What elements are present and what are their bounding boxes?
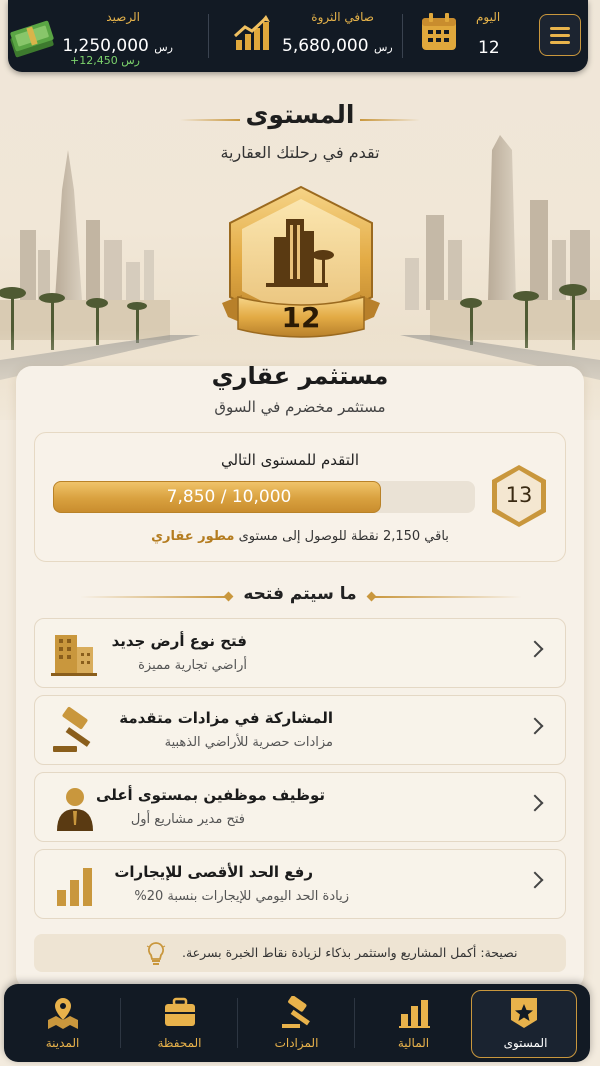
tip-text: نصيحة: أكمل المشاريع واستثمر بذكاء لزياد…: [182, 945, 518, 960]
bar-chart-icon: [49, 860, 101, 910]
menu-icon: [550, 27, 570, 30]
unlocks-heading: ما سيتم فتحه: [243, 584, 357, 604]
nav-auctions[interactable]: المزادات: [238, 984, 355, 1062]
lightbulb-icon: [146, 942, 166, 965]
unlock-title: رفع الحد الأقصى للإيجارات: [114, 863, 313, 881]
page-header: المستوى تقدم في رحلتك العقارية: [0, 100, 600, 162]
star-badge-icon: [511, 998, 537, 1028]
next-level-number: 13: [505, 483, 533, 507]
unlock-subtitle: فتح مدير مشاريع أول: [130, 812, 245, 827]
money-stack-icon: [8, 14, 58, 64]
unlock-title: توظيف موظفين بمستوى أعلى: [96, 786, 325, 804]
unlock-item[interactable]: المشاركة في مزادات متقدمة مزادات حصرية ل…: [34, 695, 566, 765]
unlock-item[interactable]: رفع الحد الأقصى للإيجارات زيادة الحد الي…: [34, 849, 566, 919]
divider: [402, 14, 403, 58]
nav-label: المستوى: [503, 1036, 548, 1050]
tip-banner: نصيحة: أكمل المشاريع واستثمر بذكاء لزياد…: [34, 934, 566, 972]
map-pin-icon: [48, 998, 78, 1029]
unlock-subtitle: زيادة الحد اليومي للإيجارات بنسبة 20%: [134, 889, 349, 904]
page-subtitle: تقدم في رحلتك العقارية: [220, 143, 380, 162]
top-status-bar: الرصيد 1,250,000 رس +12,450 رس صافي الثر…: [8, 0, 588, 72]
unlock-subtitle: مزادات حصرية للأراضي الذهبية: [164, 735, 333, 750]
unlock-item[interactable]: فتح نوع أرض جديد أراضي تجارية مميزة: [34, 618, 566, 688]
networth-value: 5,680,000 رس: [282, 36, 393, 56]
unlock-title: فتح نوع أرض جديد: [111, 632, 247, 650]
chevron-icon: [526, 640, 544, 658]
briefcase-icon: [165, 997, 195, 1026]
balance-label: الرصيد: [106, 10, 140, 24]
balance-delta: +12,450 رس: [70, 54, 140, 67]
networth-label: صافي الثروة: [311, 10, 374, 24]
menu-icon-line: [550, 34, 570, 37]
balance-value: 1,250,000 رس: [62, 36, 173, 56]
nav-level[interactable]: المستوى: [467, 984, 584, 1062]
nav-finance[interactable]: المالية: [355, 984, 472, 1062]
divider: [208, 14, 209, 58]
progress-text: 7,850 / 10,000: [166, 487, 292, 507]
remaining-points-text: باقي 2,150 نقطة للوصول إلى مستوى مطور عق…: [0, 529, 600, 544]
day-value: 12: [478, 38, 500, 58]
next-level-badge: 13: [489, 463, 549, 529]
calendar-icon: [420, 12, 458, 56]
nav-label: المدينة: [45, 1036, 80, 1050]
day-label: اليوم: [476, 10, 501, 24]
rank-title: مستثمر عقاري: [211, 362, 389, 390]
next-rank-name: مطور عقاري: [151, 529, 235, 544]
chevron-icon: [526, 717, 544, 735]
manager-icon: [49, 783, 101, 833]
nav-city[interactable]: المدينة: [4, 984, 121, 1062]
gavel-icon: [282, 996, 310, 1028]
growth-chart-icon: [232, 14, 272, 58]
level-number: 12: [281, 301, 321, 334]
unlock-item[interactable]: توظيف موظفين بمستوى أعلى فتح مدير مشاريع…: [34, 772, 566, 842]
unlock-subtitle: أراضي تجارية مميزة: [138, 658, 247, 673]
menu-button[interactable]: [539, 14, 581, 56]
nav-label: المزادات: [274, 1036, 319, 1050]
bottom-navigation: المدينة المحفظة المزادات المالية المستوى: [4, 984, 590, 1062]
nav-label: المالية: [397, 1036, 430, 1050]
unlock-title: المشاركة في مزادات متقدمة: [119, 709, 333, 727]
menu-icon-line: [550, 41, 570, 44]
buildings-icon: [49, 629, 101, 679]
bar-chart-icon: [399, 1000, 430, 1028]
level-badge: 12: [222, 185, 380, 345]
chevron-icon: [526, 871, 544, 889]
nav-label: المحفظة: [157, 1036, 202, 1050]
gavel-icon: [49, 706, 101, 756]
chevron-icon: [526, 794, 544, 812]
remaining-prefix: باقي 2,150 نقطة للوصول إلى مستوى: [238, 529, 449, 544]
page-title: المستوى: [245, 100, 355, 129]
rank-subtitle: مستثمر مخضرم في السوق: [214, 398, 386, 416]
nav-portfolio[interactable]: المحفظة: [121, 984, 238, 1062]
section-ornament-right: [372, 596, 522, 598]
